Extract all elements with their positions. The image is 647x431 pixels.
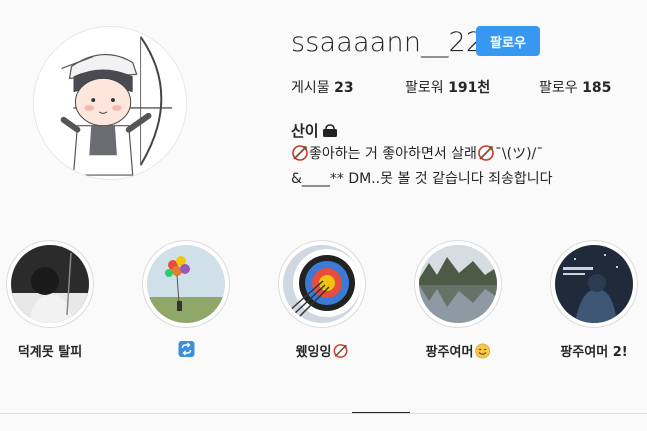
highlight-item[interactable]	[140, 240, 232, 357]
archery-target-thumbnail	[283, 245, 361, 323]
stat-following-label: 팔로우	[539, 80, 578, 96]
archery-emoji-icon	[333, 343, 348, 358]
night-scene-thumbnail	[555, 245, 633, 323]
highlight-item[interactable]: 덕계못 탈피	[4, 240, 96, 360]
highlight-cover	[555, 245, 633, 323]
bio-line-1-tail: ¯\(ツ)/¯	[494, 146, 544, 162]
smile-emoji-icon	[475, 343, 490, 358]
bio-line-1-text: 좋아하는 거 좋아하면서 살래	[309, 146, 477, 162]
profile-avatar	[33, 26, 187, 180]
highlight-cover	[11, 245, 89, 323]
archery-emoji-icon	[478, 145, 494, 161]
balloons-field-thumbnail	[147, 245, 225, 323]
stat-following-value: 185	[582, 80, 612, 96]
highlight-cover	[283, 245, 361, 323]
follow-button[interactable]: 팔로우	[476, 26, 540, 56]
stat-following[interactable]: 팔로우 185	[539, 77, 611, 97]
tabs-divider	[0, 413, 647, 414]
stat-posts-value: 23	[334, 80, 354, 96]
highlight-label: 팡주여머 2!	[560, 345, 628, 360]
repeat-emoji-icon	[178, 341, 195, 357]
archery-emoji-icon	[292, 145, 308, 161]
highlight-label: 팡주여머	[426, 341, 491, 360]
stat-posts-label: 게시물	[291, 80, 330, 96]
profile-stats: 게시물 23 팔로워 191천 팔로우 185	[0, 77, 647, 99]
bag-icon	[322, 123, 337, 137]
highlight-label: 덕계못 탈피	[17, 345, 83, 360]
highlight-ring	[278, 240, 366, 328]
highlight-ring	[414, 240, 502, 328]
stat-followers[interactable]: 팔로워 191천	[405, 77, 490, 97]
highlight-ring	[6, 240, 94, 328]
active-tab-indicator[interactable]	[352, 412, 410, 413]
stat-followers-label: 팔로워	[405, 80, 444, 96]
highlight-ring	[550, 240, 638, 328]
highlight-ring	[142, 240, 230, 328]
archer-photo-thumbnail	[11, 245, 89, 323]
lake-reflection-thumbnail	[419, 245, 497, 323]
highlight-label	[178, 341, 195, 357]
highlight-item[interactable]: 팡주여머	[412, 240, 504, 360]
highlight-cover	[147, 245, 225, 323]
stat-posts[interactable]: 게시물 23	[291, 77, 354, 97]
highlight-cover	[419, 245, 497, 323]
bio-line-1: 좋아하는 거 좋아하면서 살래 ¯\(ツ)/¯	[291, 143, 543, 163]
archer-illustration	[34, 27, 186, 179]
bio-line-2: &____** DM..못 볼 것 같습니다 죄송합니다	[291, 171, 553, 187]
highlight-item[interactable]: 웼잉잉	[276, 240, 368, 360]
highlight-item[interactable]: 팡주여머 2!	[548, 240, 640, 360]
bio-name-row: 산이	[291, 120, 339, 141]
profile-username: ssaaaann__22	[291, 27, 484, 58]
highlight-label: 웼잉잉	[296, 341, 349, 360]
stat-followers-value: 191천	[448, 80, 491, 96]
bio-name: 산이	[291, 122, 319, 140]
